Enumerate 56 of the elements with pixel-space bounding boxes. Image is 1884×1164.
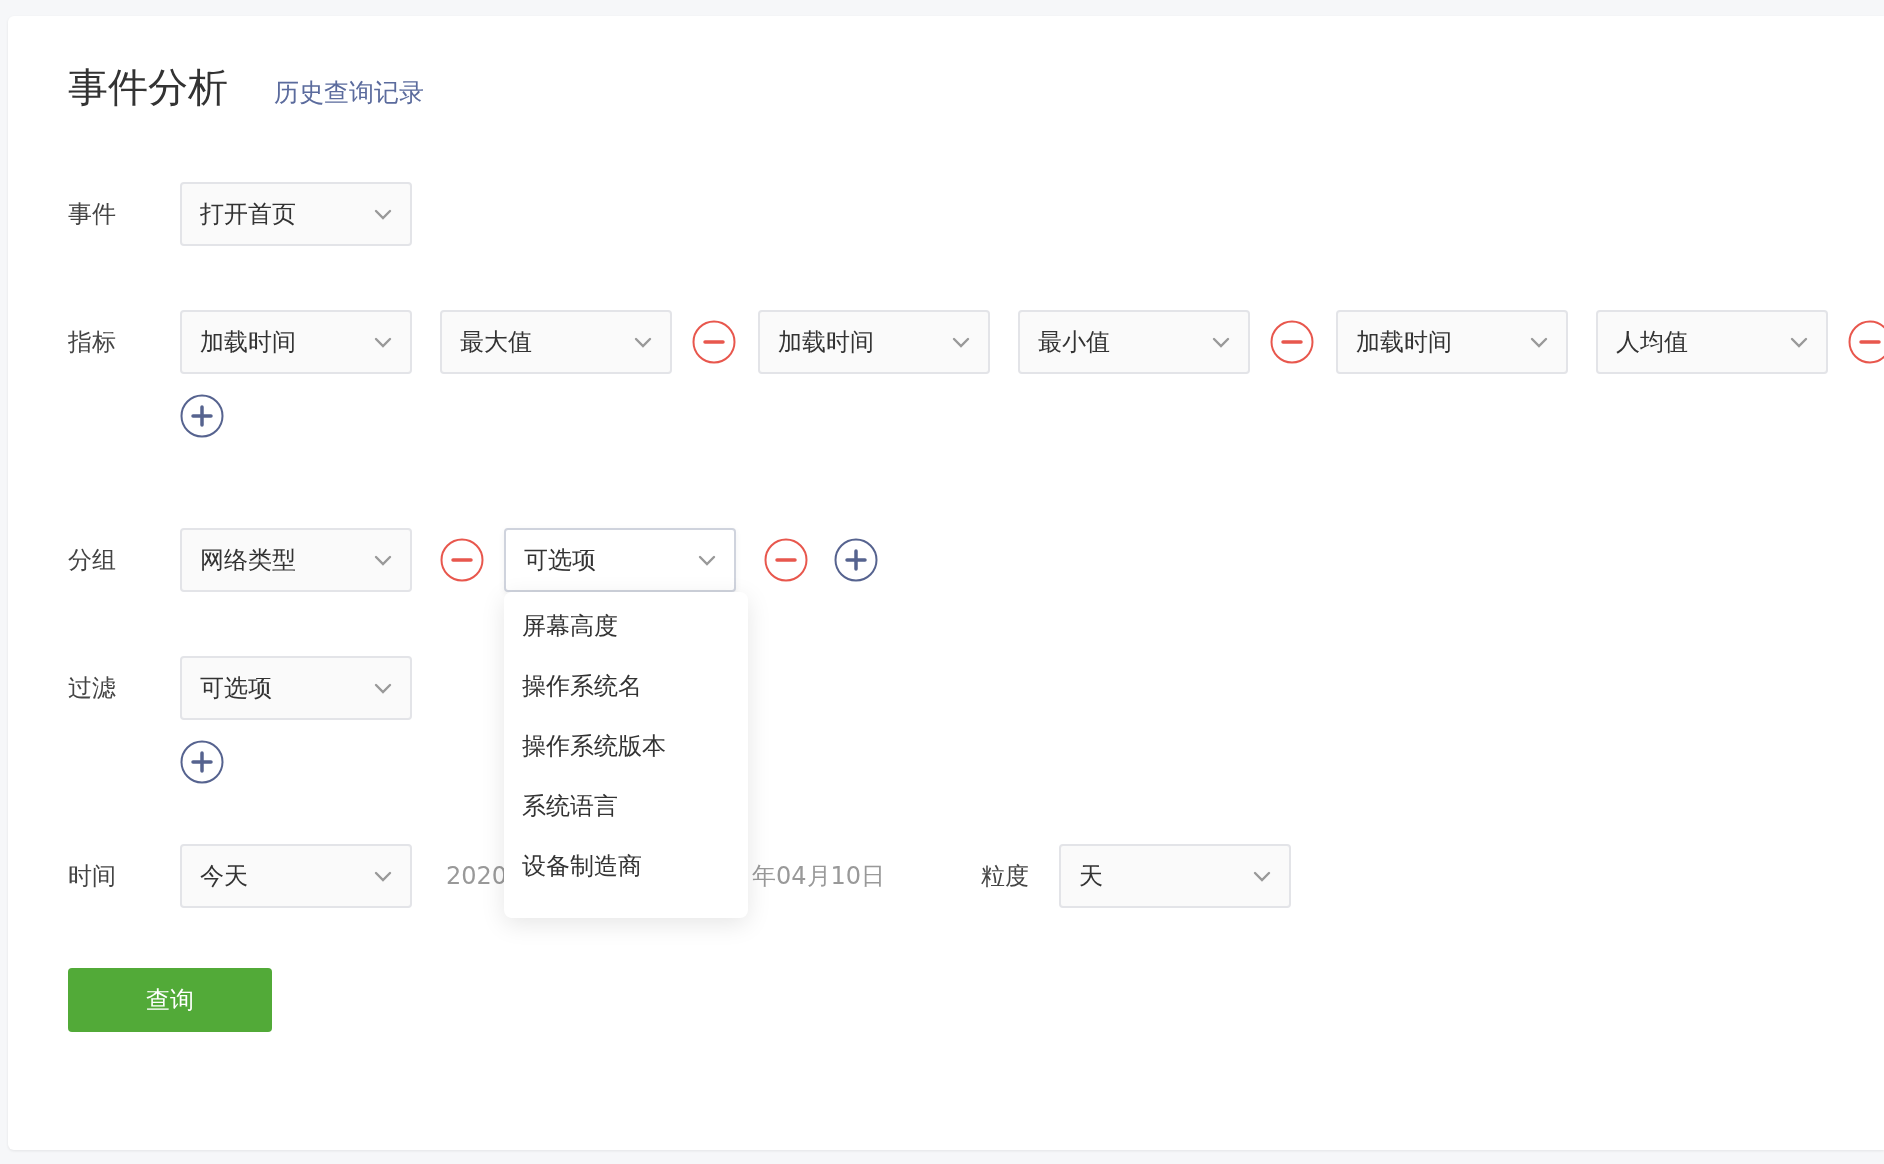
add-icon[interactable] — [180, 740, 224, 784]
row-label: 过滤 — [68, 673, 117, 704]
chevron-down-icon — [374, 336, 392, 348]
row-label: 分组 — [68, 545, 117, 576]
aggregate-select[interactable]: 最大值 — [440, 310, 672, 374]
remove-icon[interactable] — [440, 538, 484, 582]
select-value: 加载时间 — [1356, 327, 1452, 358]
history-link[interactable]: 历史查询记录 — [274, 76, 424, 109]
granularity-label: 粒度 — [981, 861, 1030, 892]
dropdown-option[interactable]: 操作系统名 — [504, 656, 748, 716]
remove-icon[interactable] — [692, 320, 736, 364]
chevron-down-icon — [1253, 870, 1272, 882]
chevron-down-icon — [374, 554, 392, 566]
filter-select[interactable]: 可选项 — [180, 656, 412, 720]
row-label: 事件 — [68, 199, 117, 230]
chevron-down-icon — [374, 682, 392, 694]
select-value: 打开首页 — [200, 199, 296, 230]
remove-icon[interactable] — [764, 538, 808, 582]
page-title: 事件分析 — [68, 63, 228, 112]
aggregate-select[interactable]: 最小值 — [1018, 310, 1250, 374]
chevron-down-icon — [374, 208, 392, 220]
select-value: 加载时间 — [200, 327, 296, 358]
select-value: 人均值 — [1616, 327, 1688, 358]
select-value: 最大值 — [460, 327, 532, 358]
row-label: 指标 — [68, 327, 117, 358]
select-value: 可选项 — [200, 673, 272, 704]
dropdown-option[interactable]: 系统语言 — [504, 776, 748, 836]
add-icon[interactable] — [180, 394, 224, 438]
chevron-down-icon — [1530, 336, 1548, 348]
metric-select[interactable]: 加载时间 — [180, 310, 412, 374]
remove-icon[interactable] — [1848, 320, 1884, 364]
group-select[interactable]: 网络类型 — [180, 528, 412, 592]
event-select[interactable]: 打开首页 — [180, 182, 412, 246]
chevron-down-icon — [634, 336, 652, 348]
chevron-down-icon — [1212, 336, 1230, 348]
dropdown-option[interactable]: 操作系统版本 — [504, 716, 748, 776]
remove-icon[interactable] — [1270, 320, 1314, 364]
chevron-down-icon — [1790, 336, 1808, 348]
aggregate-select[interactable]: 人均值 — [1596, 310, 1828, 374]
select-value: 网络类型 — [200, 545, 296, 576]
add-icon[interactable] — [834, 538, 878, 582]
chevron-down-icon — [952, 336, 970, 348]
granularity-select[interactable]: 天 — [1059, 844, 1292, 908]
metric-select[interactable]: 加载时间 — [1336, 310, 1568, 374]
chevron-down-icon — [698, 554, 716, 566]
select-value: 今天 — [200, 861, 248, 892]
select-value: 天 — [1079, 861, 1104, 892]
metric-select[interactable]: 加载时间 — [758, 310, 990, 374]
row-label: 时间 — [68, 861, 117, 892]
date-range-text: 年04月10日 — [752, 861, 886, 892]
time-select[interactable]: 今天 — [180, 844, 412, 908]
select-value: 可选项 — [524, 545, 596, 576]
select-value: 加载时间 — [778, 327, 874, 358]
select-value: 最小值 — [1038, 327, 1110, 358]
chevron-down-icon — [374, 870, 392, 882]
dropdown-option[interactable]: 屏幕高度 — [504, 596, 748, 656]
